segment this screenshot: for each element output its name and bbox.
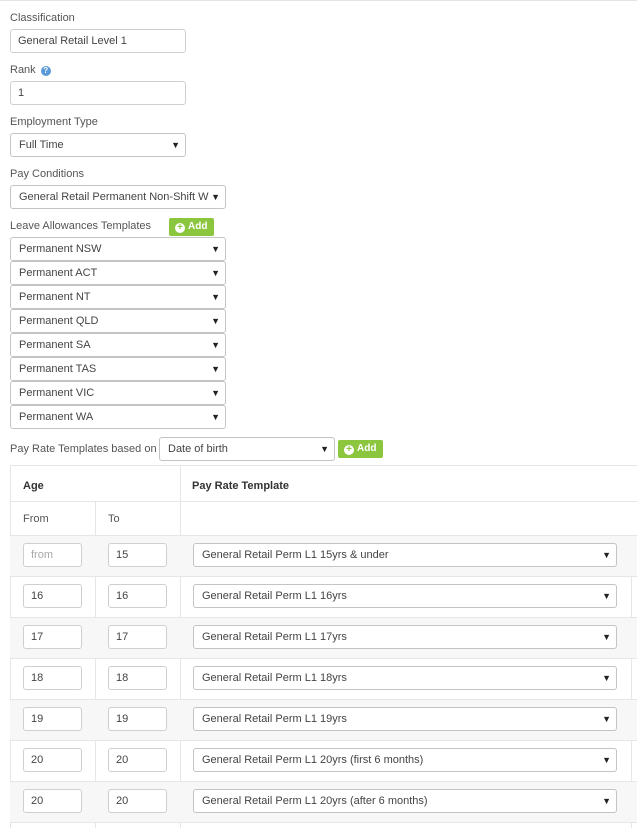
- chevron-down-icon: ▼: [211, 268, 220, 278]
- pay-rate-template-value: General Retail Perm L1 17yrs: [202, 631, 347, 643]
- leave-template-value: Permanent NT: [19, 291, 91, 303]
- chevron-down-icon: ▼: [602, 755, 611, 765]
- pay-rate-template-value: General Retail Perm L1 16yrs: [202, 590, 347, 602]
- leave-template-select[interactable]: Permanent TAS ▼: [10, 357, 226, 381]
- top-divider: [0, 0, 637, 1]
- header-divider: [10, 501, 637, 502]
- age-to-input[interactable]: [108, 666, 167, 690]
- rank-label: Rank: [10, 64, 36, 76]
- row-divider: [10, 576, 637, 577]
- chevron-down-icon: ▼: [211, 292, 220, 302]
- add-leave-template-button[interactable]: + Add: [169, 218, 215, 236]
- chevron-down-icon: ▼: [602, 714, 611, 724]
- pay-rate-template-select[interactable]: General Retail Perm L1 20yrs (first 6 mo…: [193, 748, 617, 772]
- leave-template-value: Permanent TAS: [19, 363, 97, 375]
- leave-template-select[interactable]: Permanent NSW ▼: [10, 237, 226, 261]
- pay-rate-template-select[interactable]: General Retail Perm L1 16yrs ▼: [193, 584, 617, 608]
- plus-circle-icon: +: [175, 223, 185, 233]
- leave-template-select[interactable]: Permanent SA ▼: [10, 333, 226, 357]
- pay-conditions-select[interactable]: General Retail Permanent Non-Shift W ▼: [10, 185, 226, 209]
- pay-rate-template-value: General Retail Perm L1 15yrs & under: [202, 549, 389, 561]
- age-from-input[interactable]: [23, 584, 82, 608]
- age-to-input[interactable]: [108, 789, 167, 813]
- age-to-input[interactable]: [108, 543, 167, 567]
- pay-conditions-value: General Retail Permanent Non-Shift W: [19, 191, 209, 203]
- row-divider: [10, 658, 637, 659]
- age-from-input[interactable]: [23, 625, 82, 649]
- pay-rate-template-select[interactable]: General Retail Perm L1 19yrs ▼: [193, 707, 617, 731]
- chevron-down-icon: ▼: [211, 244, 220, 254]
- chevron-down-icon: ▼: [602, 796, 611, 806]
- leave-template-value: Permanent QLD: [19, 315, 99, 327]
- leave-allowances-label: Leave Allowances Templates: [10, 220, 152, 232]
- row-divider: [10, 822, 637, 823]
- pay-rate-template-value: General Retail Perm L1 19yrs: [202, 713, 347, 725]
- plus-circle-icon: +: [344, 445, 354, 455]
- pay-rate-table: Age Pay Rate Template From To General Re…: [10, 465, 637, 828]
- pay-rate-template-select[interactable]: General Retail Perm L1 18yrs ▼: [193, 666, 617, 690]
- age-from-input[interactable]: [23, 789, 82, 813]
- pay-rate-basis-label: Pay Rate Templates based on: [10, 443, 157, 455]
- leave-template-select[interactable]: Permanent VIC ▼: [10, 381, 226, 405]
- age-header: Age: [23, 480, 44, 492]
- classification-input[interactable]: [10, 29, 186, 53]
- chevron-down-icon: ▼: [211, 412, 220, 422]
- chevron-down-icon: ▼: [211, 192, 220, 202]
- add-pay-rate-template-button[interactable]: + Add: [338, 440, 384, 458]
- rank-label-wrap: Rank ?: [10, 63, 51, 77]
- pay-rate-basis-value: Date of birth: [168, 443, 228, 455]
- chevron-down-icon: ▼: [602, 632, 611, 642]
- chevron-down-icon: ▼: [211, 340, 220, 350]
- age-from-input[interactable]: [23, 543, 82, 567]
- leave-template-select[interactable]: Permanent ACT ▼: [10, 261, 226, 285]
- leave-template-select[interactable]: Permanent WA ▼: [10, 405, 226, 429]
- age-to-input[interactable]: [108, 584, 167, 608]
- pay-conditions-label: Pay Conditions: [10, 168, 84, 180]
- pay-rate-template-value: General Retail Perm L1 20yrs (after 6 mo…: [202, 795, 428, 807]
- row-divider: [10, 740, 637, 741]
- leave-template-select[interactable]: Permanent NT ▼: [10, 285, 226, 309]
- employment-type-value: Full Time: [19, 139, 64, 151]
- chevron-down-icon: ▼: [602, 550, 611, 560]
- chevron-down-icon: ▼: [211, 316, 220, 326]
- age-to-input[interactable]: [108, 625, 167, 649]
- add-label: Add: [188, 221, 208, 232]
- age-to-input[interactable]: [108, 748, 167, 772]
- pay-rate-basis-select[interactable]: Date of birth ▼: [159, 437, 335, 461]
- leave-template-value: Permanent WA: [19, 411, 94, 423]
- chevron-down-icon: ▼: [171, 140, 180, 150]
- pay-rate-template-value: General Retail Perm L1 20yrs (first 6 mo…: [202, 754, 424, 766]
- age-to-input[interactable]: [108, 707, 167, 731]
- employment-type-select[interactable]: Full Time ▼: [10, 133, 186, 157]
- age-from-input[interactable]: [23, 748, 82, 772]
- from-header: From: [23, 513, 49, 525]
- age-from-input[interactable]: [23, 666, 82, 690]
- pay-rate-template-select[interactable]: General Retail Perm L1 15yrs & under ▼: [193, 543, 617, 567]
- classification-label: Classification: [10, 12, 75, 24]
- leave-template-value: Permanent ACT: [19, 267, 98, 279]
- add-label: Add: [357, 443, 377, 454]
- chevron-down-icon: ▼: [602, 673, 611, 683]
- rank-input[interactable]: [10, 81, 186, 105]
- chevron-down-icon: ▼: [602, 591, 611, 601]
- chevron-down-icon: ▼: [211, 364, 220, 374]
- employment-type-label: Employment Type: [10, 116, 98, 128]
- chevron-down-icon: ▼: [211, 388, 220, 398]
- leave-template-select[interactable]: Permanent QLD ▼: [10, 309, 226, 333]
- age-from-input[interactable]: [23, 707, 82, 731]
- leave-template-value: Permanent SA: [19, 339, 91, 351]
- leave-template-value: Permanent VIC: [19, 387, 95, 399]
- pay-rate-template-select[interactable]: General Retail Perm L1 20yrs (after 6 mo…: [193, 789, 617, 813]
- help-icon[interactable]: ?: [40, 66, 51, 76]
- table-border-top: [10, 465, 637, 466]
- pay-rate-template-value: General Retail Perm L1 18yrs: [202, 672, 347, 684]
- pay-rate-template-select[interactable]: General Retail Perm L1 17yrs ▼: [193, 625, 617, 649]
- to-header: To: [108, 513, 120, 525]
- chevron-down-icon: ▼: [320, 444, 329, 454]
- pay-rate-template-header: Pay Rate Template: [192, 480, 290, 492]
- leave-template-value: Permanent NSW: [19, 243, 102, 255]
